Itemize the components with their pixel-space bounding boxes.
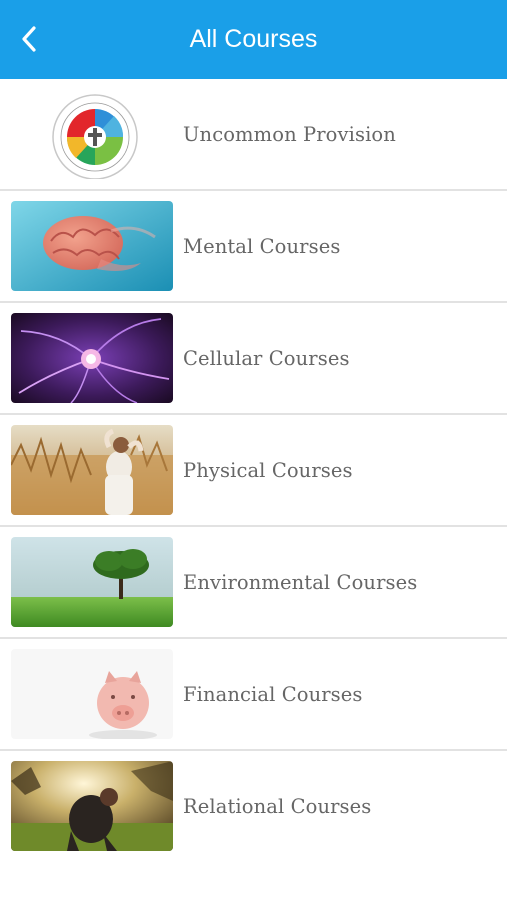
brain-image	[11, 201, 173, 291]
course-item-mental[interactable]: Mental Courses	[0, 191, 507, 303]
course-list: Uncommon Provision Mental Courses Cellul…	[0, 79, 507, 861]
piggy-bank-image	[11, 649, 173, 739]
course-item-physical[interactable]: Physical Courses	[0, 415, 507, 527]
course-label: Mental Courses	[183, 234, 341, 258]
course-label: Relational Courses	[183, 794, 372, 818]
stretching-woman-image	[11, 425, 173, 515]
tree-field-image	[11, 537, 173, 627]
course-item-financial[interactable]: Financial Courses	[0, 639, 507, 751]
course-label: Financial Courses	[183, 682, 363, 706]
course-label: Uncommon Provision	[183, 122, 396, 146]
course-label: Physical Courses	[183, 458, 353, 482]
course-item-relational[interactable]: Relational Courses	[0, 751, 507, 861]
course-label: Cellular Courses	[183, 346, 350, 370]
plasma-ball-image	[11, 313, 173, 403]
course-label: Environmental Courses	[183, 570, 418, 594]
eternal-wellness-logo-image	[11, 89, 173, 179]
app-bar: All Courses	[0, 0, 507, 79]
course-item-uncommon-provision[interactable]: Uncommon Provision	[0, 79, 507, 191]
course-item-cellular[interactable]: Cellular Courses	[0, 303, 507, 415]
parent-child-image	[11, 761, 173, 851]
course-item-environmental[interactable]: Environmental Courses	[0, 527, 507, 639]
page-title: All Courses	[189, 25, 318, 53]
